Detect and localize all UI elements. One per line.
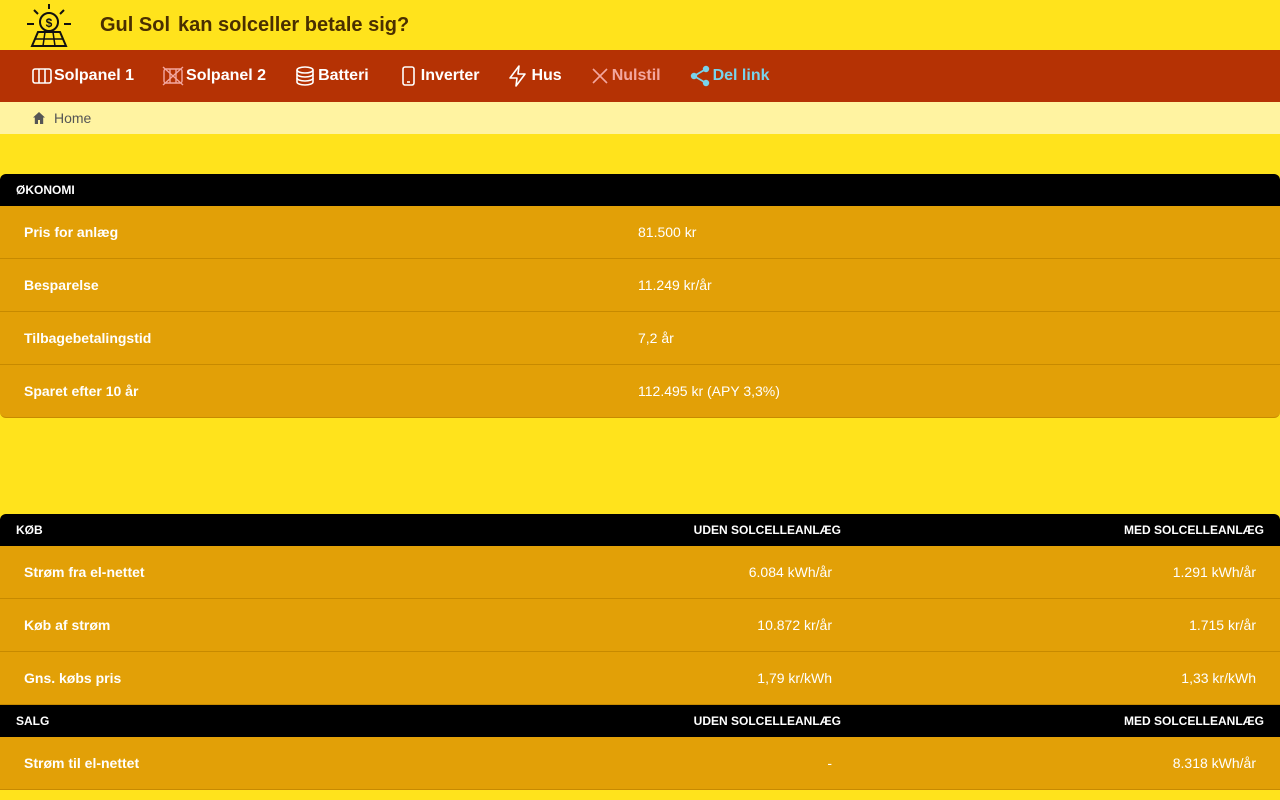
title-text: kan solceller betale sig? bbox=[178, 13, 410, 36]
value-with: 1.715 kr/år bbox=[1189, 617, 1256, 633]
row-value: 11.249 kr/år bbox=[638, 277, 712, 293]
row-label: Køb af strøm bbox=[24, 617, 111, 633]
column-header-with: MED SOLCELLEANLÆG bbox=[1124, 523, 1264, 537]
row-label: Besparelse bbox=[24, 277, 99, 293]
nav-solpanel-2[interactable]: Solpanel 2 bbox=[162, 66, 266, 86]
inverter-device-icon bbox=[401, 66, 415, 86]
row-label: Strøm til el-nettet bbox=[24, 755, 140, 771]
section-title: ØKONOMI bbox=[16, 183, 75, 197]
value-without: 10.872 kr/år bbox=[757, 617, 832, 633]
table-row: Strøm fra el-nettet 6.084 kWh/år 1.291 k… bbox=[0, 546, 1280, 599]
nav-del-link[interactable]: Del link bbox=[689, 65, 770, 87]
section-title: SALG bbox=[16, 714, 50, 728]
breadcrumb-home[interactable]: Home bbox=[54, 110, 91, 126]
nav-label: Batteri bbox=[318, 67, 369, 84]
row-label: Gns. købs pris bbox=[24, 670, 122, 686]
column-header-with: MED SOLCELLEANLÆG bbox=[1124, 714, 1264, 728]
nav-label: Inverter bbox=[420, 67, 480, 84]
nav-label: Hus bbox=[531, 67, 562, 84]
row-label: Sparet efter 10 år bbox=[24, 383, 139, 399]
row-label: Pris for anlæg bbox=[24, 224, 119, 240]
value-with: 1.291 kWh/år bbox=[1172, 564, 1256, 580]
nav-label: Solpanel 1 bbox=[54, 67, 135, 84]
buy-heading: KØB UDEN SOLCELLEANLÆG MED SOLCELLEANLÆG bbox=[0, 514, 1280, 546]
table-row: Strøm til el-nettet - 8.318 kWh/år bbox=[0, 737, 1280, 790]
value-without: - bbox=[827, 755, 832, 771]
column-header-without: UDEN SOLCELLEANLÆG bbox=[693, 714, 841, 728]
nav-label: Nulstil bbox=[611, 67, 661, 84]
value-without: 6.084 kWh/år bbox=[748, 564, 832, 580]
page-title: Gul Sol kan solceller betale sig? bbox=[100, 14, 409, 37]
close-icon bbox=[592, 68, 608, 84]
table-row: Gns. købs pris 1,79 kr/kWh 1,33 kr/kWh bbox=[0, 652, 1280, 705]
nav-inverter[interactable]: Inverter bbox=[397, 66, 480, 86]
solar-panel-disabled-icon bbox=[162, 66, 184, 86]
value-with: 1,33 kr/kWh bbox=[1181, 670, 1256, 686]
share-icon bbox=[690, 65, 709, 87]
home-icon bbox=[33, 112, 45, 124]
row-value: 7,2 år bbox=[638, 330, 674, 346]
row-value: 81.500 kr bbox=[638, 224, 697, 240]
nav-nulstil[interactable]: Nulstil bbox=[590, 67, 661, 85]
row-label: Tilbagebetalingstid bbox=[24, 330, 152, 346]
value-with: 8.318 kWh/år bbox=[1172, 755, 1256, 771]
table-row: Tilbagebetalingstid 7,2 år bbox=[0, 312, 1280, 365]
economy-table: ØKONOMI Pris for anlæg 81.500 kr Bespare… bbox=[0, 174, 1280, 418]
table-row: Pris for anlæg 81.500 kr bbox=[0, 206, 1280, 259]
sun-dollar-icon: $ bbox=[27, 4, 71, 47]
navbar: Solpanel 1 Solpanel 2 Batteri Inverter H… bbox=[0, 50, 1280, 102]
nav-solpanel-1[interactable]: Solpanel 1 bbox=[32, 67, 134, 85]
brand-name[interactable]: Gul Sol bbox=[100, 14, 170, 37]
column-header-without: UDEN SOLCELLEANLÆG bbox=[693, 523, 841, 537]
row-value: 112.495 kr (APY 3,3%) bbox=[638, 383, 780, 399]
logo[interactable]: $ bbox=[24, 2, 74, 48]
section-title: KØB bbox=[16, 523, 43, 537]
battery-stack-icon bbox=[296, 66, 314, 86]
nav-batteri[interactable]: Batteri bbox=[294, 66, 369, 86]
nav-label: Del link bbox=[712, 67, 770, 84]
economy-heading: ØKONOMI bbox=[0, 174, 1280, 206]
solar-panel-icon bbox=[32, 68, 52, 84]
table-row: Køb af strøm 10.872 kr/år 1.715 kr/år bbox=[0, 599, 1280, 652]
nav-hus[interactable]: Hus bbox=[507, 65, 562, 87]
table-row: Besparelse 11.249 kr/år bbox=[0, 259, 1280, 312]
sale-heading: SALG UDEN SOLCELLEANLÆG MED SOLCELLEANLÆ… bbox=[0, 705, 1280, 737]
breadcrumb: Home bbox=[0, 102, 1280, 134]
nav-label: Solpanel 2 bbox=[186, 67, 267, 84]
buy-table: KØB UDEN SOLCELLEANLÆG MED SOLCELLEANLÆG… bbox=[0, 514, 1280, 790]
svg-text:$: $ bbox=[46, 16, 53, 30]
lightning-icon bbox=[509, 65, 527, 87]
table-row: Sparet efter 10 år 112.495 kr (APY 3,3%) bbox=[0, 365, 1280, 418]
row-label: Strøm fra el-nettet bbox=[24, 564, 145, 580]
value-without: 1,79 kr/kWh bbox=[757, 670, 832, 686]
app-header: $ Gul Sol kan solceller betale sig? bbox=[0, 0, 1280, 50]
